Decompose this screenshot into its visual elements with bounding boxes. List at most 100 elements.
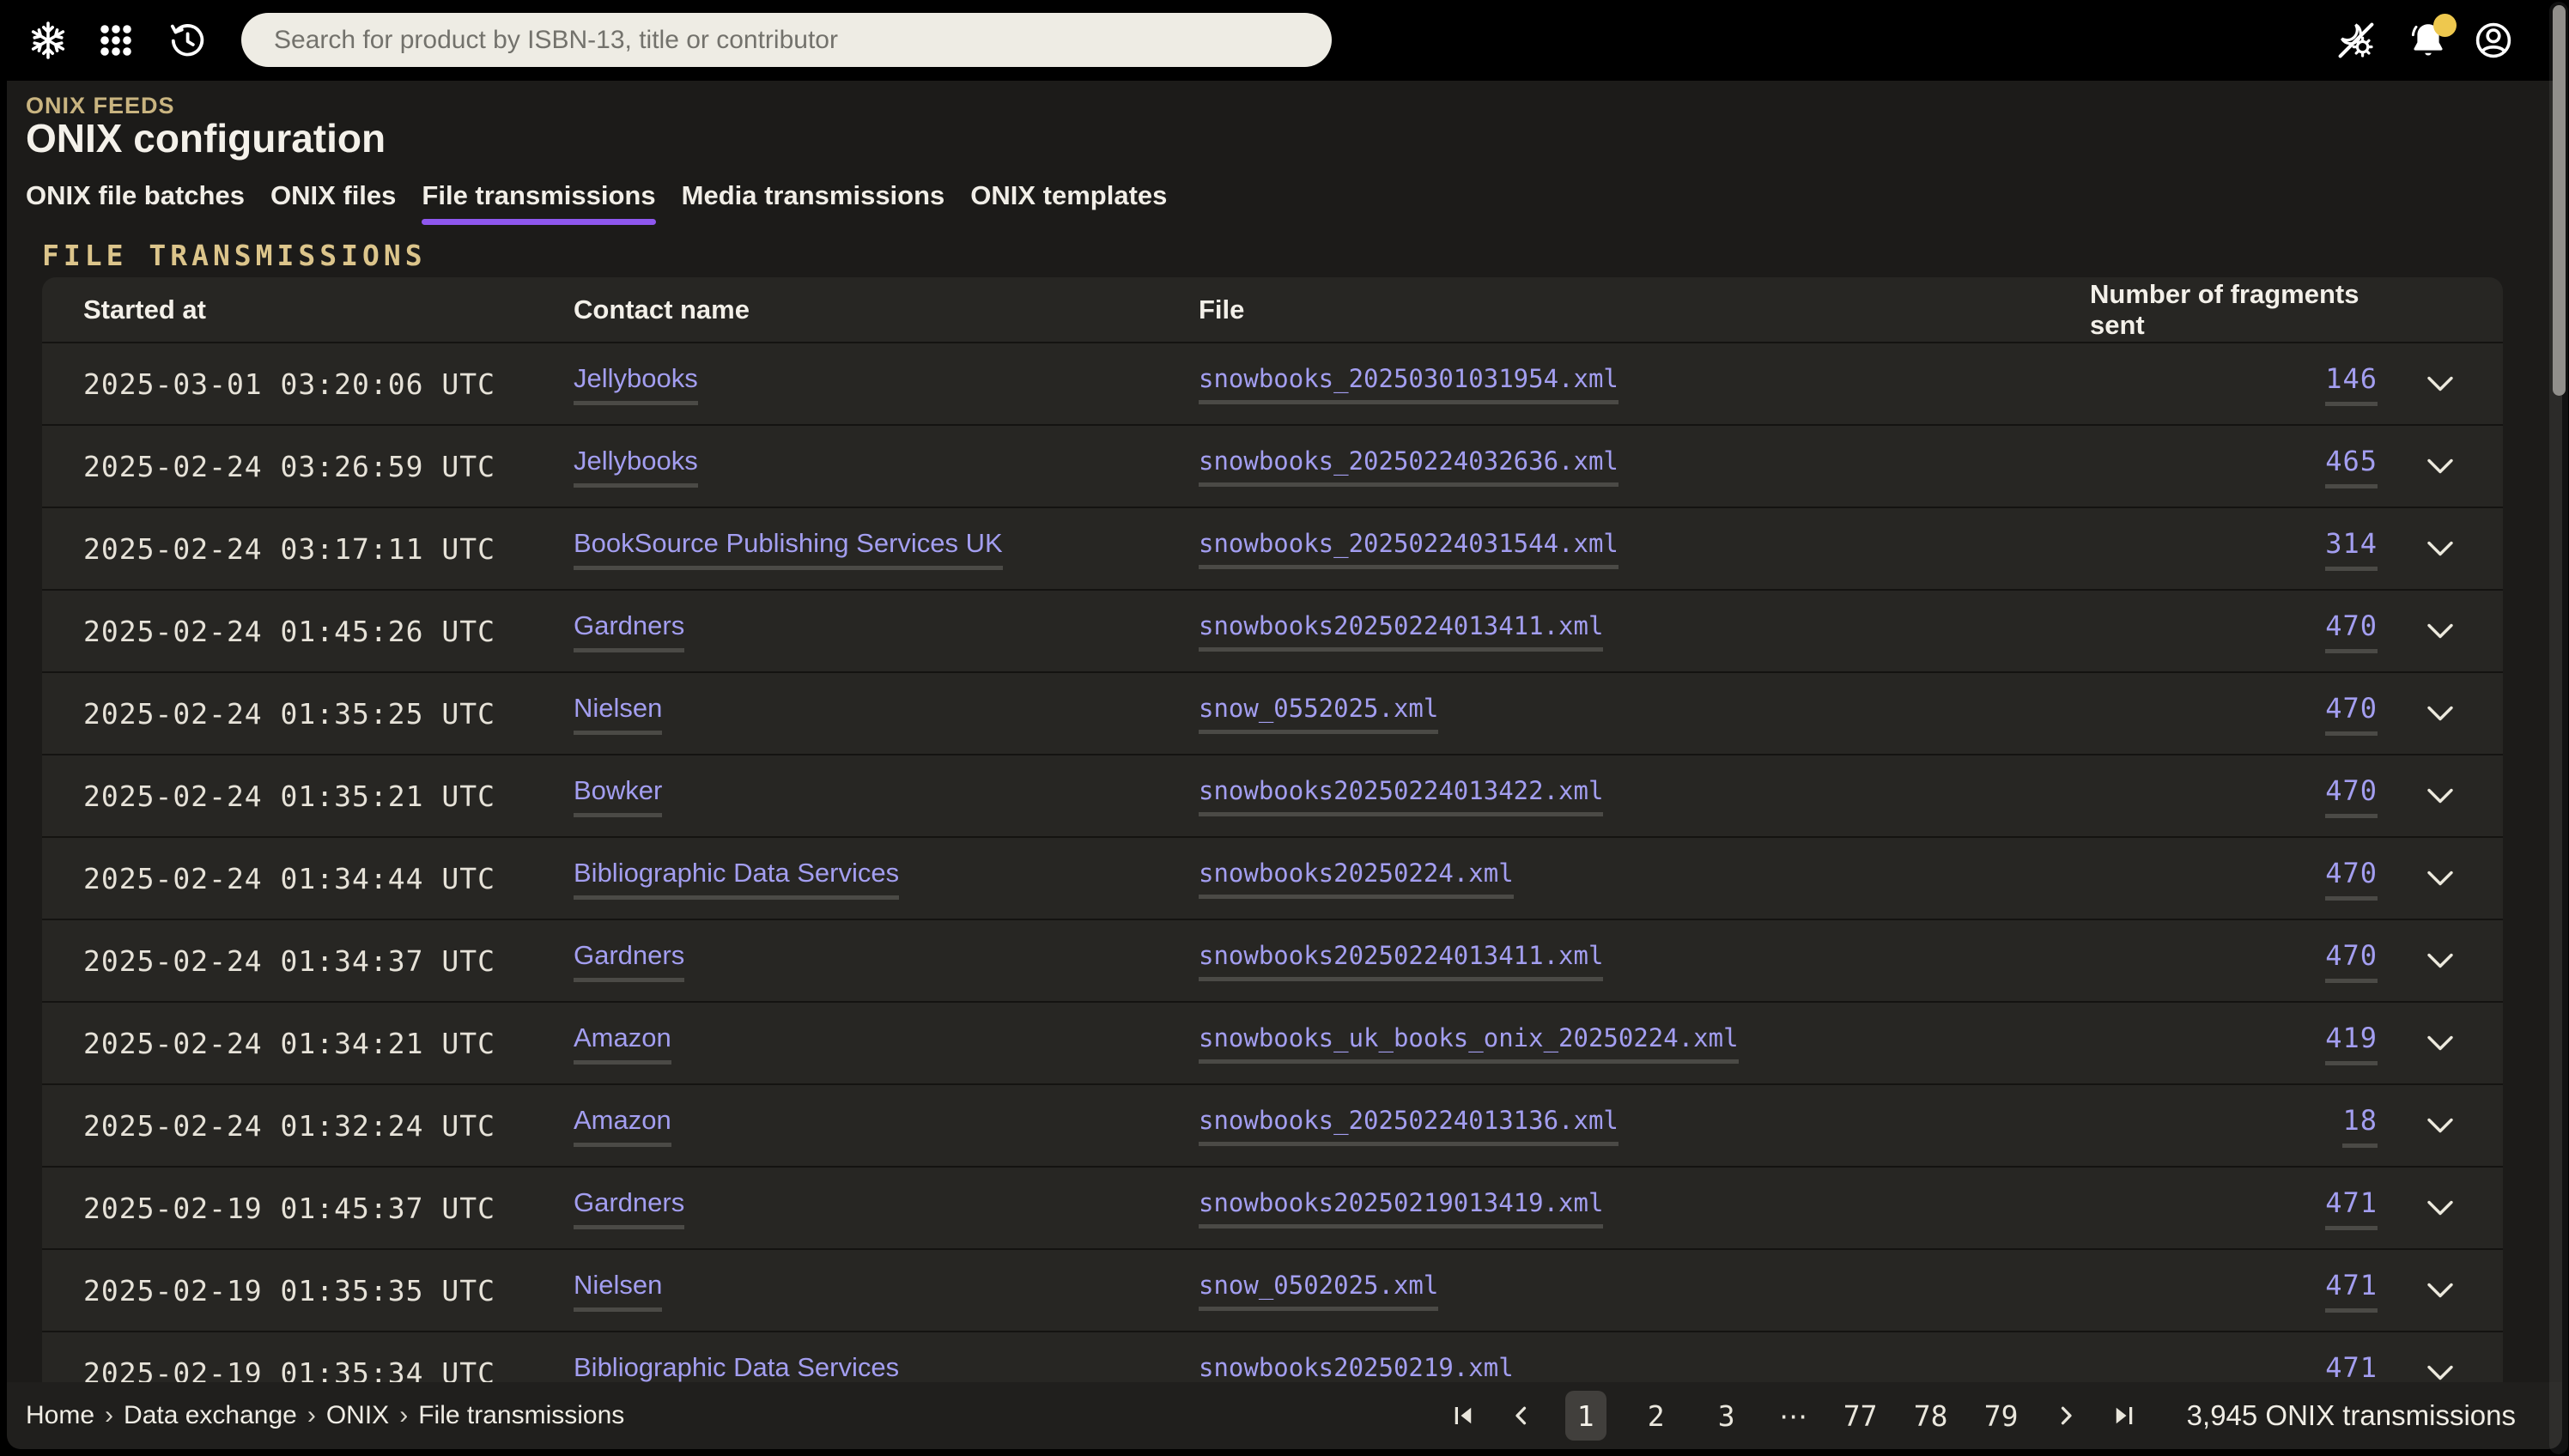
table-row: 2025-02-24 01:35:21 UTC Bowker snowbooks… [42,755,2503,838]
fragments-link[interactable]: 470 [2325,692,2378,736]
footer-bar: Home›Data exchange›ONIX›File transmissio… [7,1382,2562,1449]
page-button-79[interactable]: 79 [1981,1391,2022,1441]
tab-media-transmissions[interactable]: Media transmissions [682,180,945,225]
chevron-down-icon [2429,1285,2451,1296]
chevron-down-icon [2429,626,2451,637]
column-header-contact-name: Contact name [574,294,1199,325]
chevron-down-icon [2429,379,2451,390]
tab-onix-files[interactable]: ONIX files [270,180,396,225]
section-heading: FILE TRANSMISSIONS [42,239,427,272]
file-link[interactable]: snowbooks20250219013419.xml [1199,1188,1603,1228]
fragments-link[interactable]: 470 [2325,939,2378,983]
contact-link[interactable]: Nielsen [574,1270,662,1312]
fragments-link[interactable]: 470 [2325,857,2378,901]
contact-link[interactable]: Gardners [574,610,684,652]
chevron-down-icon [2429,956,2451,967]
row-expand-button[interactable] [2378,623,2503,639]
fragments-link[interactable]: 470 [2325,774,2378,818]
pagination-ellipsis: ⋯ [1776,1399,1811,1433]
row-expand-button[interactable] [2378,1365,2503,1380]
fragments-link[interactable]: 470 [2325,610,2378,653]
file-link[interactable]: snowbooks20250224013411.xml [1199,941,1603,981]
table-row: 2025-02-24 01:32:24 UTC Amazon snowbooks… [42,1085,2503,1168]
file-link[interactable]: snowbooks_20250224013136.xml [1199,1106,1619,1146]
started-at-value: 2025-02-24 01:45:26 UTC [83,615,495,648]
row-expand-button[interactable] [2378,1200,2503,1216]
file-link[interactable]: snowbooks20250224013422.xml [1199,776,1603,816]
row-expand-button[interactable] [2378,1035,2503,1051]
breadcrumb-item[interactable]: Home [26,1401,94,1430]
started-at-value: 2025-02-24 01:34:37 UTC [83,944,495,978]
breadcrumb-item[interactable]: File transmissions [418,1401,624,1430]
page-button-2[interactable]: 2 [1636,1391,1677,1441]
first-page-button[interactable] [1448,1401,1478,1430]
history-icon[interactable] [166,19,209,62]
started-at-value: 2025-02-24 01:35:21 UTC [83,780,495,813]
contact-link[interactable]: BookSource Publishing Services UK [574,528,1003,570]
theme-toggle-icon[interactable] [2335,19,2378,62]
table-header-row: Started at Contact name File Number of f… [42,277,2503,343]
fragments-link[interactable]: 314 [2325,527,2378,571]
scrollbar-thumb[interactable] [2553,5,2566,396]
contact-link[interactable]: Bowker [574,775,662,817]
started-at-value: 2025-02-24 01:34:44 UTC [83,862,495,895]
row-expand-button[interactable] [2378,706,2503,721]
breadcrumb-separator: › [307,1401,316,1430]
search-input[interactable] [241,13,1332,67]
started-at-value: 2025-02-24 03:26:59 UTC [83,450,495,483]
breadcrumb-item[interactable]: ONIX [326,1401,389,1430]
tab-onix-templates[interactable]: ONIX templates [970,180,1167,225]
chevron-down-icon [2429,1368,2451,1379]
file-transmissions-table: Started at Contact name File Number of f… [42,277,2503,1415]
fragments-link[interactable]: 18 [2342,1104,2378,1148]
row-expand-button[interactable] [2378,1283,2503,1298]
page-button-78[interactable]: 78 [1910,1391,1952,1441]
notifications-bell-icon[interactable] [2407,19,2450,62]
page-button-77[interactable]: 77 [1840,1391,1881,1441]
tab-file-transmissions[interactable]: File transmissions [422,180,655,225]
top-bar [0,0,2569,81]
row-expand-button[interactable] [2378,871,2503,886]
fragments-link[interactable]: 465 [2325,445,2378,488]
fragments-link[interactable]: 419 [2325,1022,2378,1065]
page-button-1[interactable]: 1 [1565,1391,1606,1441]
row-expand-button[interactable] [2378,1118,2503,1133]
contact-link[interactable]: Gardners [574,1187,684,1229]
breadcrumb-item[interactable]: Data exchange [124,1401,297,1430]
row-expand-button[interactable] [2378,541,2503,556]
file-link[interactable]: snowbooks_20250224031544.xml [1199,529,1619,569]
apps-grid-icon[interactable] [94,19,137,62]
row-expand-button[interactable] [2378,458,2503,474]
file-link[interactable]: snowbooks_20250301031954.xml [1199,364,1619,404]
file-link[interactable]: snowbooks_20250224032636.xml [1199,446,1619,487]
last-page-button[interactable] [2110,1401,2139,1430]
contact-link[interactable]: Jellybooks [574,363,698,405]
fragments-link[interactable]: 471 [2325,1186,2378,1230]
previous-page-button[interactable] [1507,1401,1536,1430]
next-page-button[interactable] [2051,1401,2080,1430]
table-row: 2025-02-24 01:34:37 UTC Gardners snowboo… [42,920,2503,1003]
file-link[interactable]: snowbooks20250224013411.xml [1199,611,1603,652]
chevron-down-icon [2429,1038,2451,1049]
row-expand-button[interactable] [2378,376,2503,391]
snowflake-logo-icon[interactable] [27,19,70,62]
file-link[interactable]: snowbooks_uk_books_onix_20250224.xml [1199,1023,1739,1064]
contact-link[interactable]: Bibliographic Data Services [574,858,899,900]
file-link[interactable]: snowbooks20250224.xml [1199,858,1514,899]
page-button-3[interactable]: 3 [1706,1391,1747,1441]
account-avatar-icon[interactable] [2472,19,2515,62]
contact-link[interactable]: Gardners [574,940,684,982]
contact-link[interactable]: Amazon [574,1022,671,1065]
table-row: 2025-02-24 03:26:59 UTC Jellybooks snowb… [42,426,2503,508]
file-link[interactable]: snow_0552025.xml [1199,694,1438,734]
contact-link[interactable]: Amazon [574,1105,671,1147]
contact-link[interactable]: Jellybooks [574,446,698,488]
row-expand-button[interactable] [2378,953,2503,968]
contact-link[interactable]: Nielsen [574,693,662,735]
fragments-link[interactable]: 146 [2325,362,2378,406]
fragments-link[interactable]: 471 [2325,1269,2378,1313]
row-expand-button[interactable] [2378,788,2503,804]
chevron-down-icon [2429,1120,2451,1131]
file-link[interactable]: snow_0502025.xml [1199,1271,1438,1311]
tab-onix-file-batches[interactable]: ONIX file batches [26,180,245,225]
